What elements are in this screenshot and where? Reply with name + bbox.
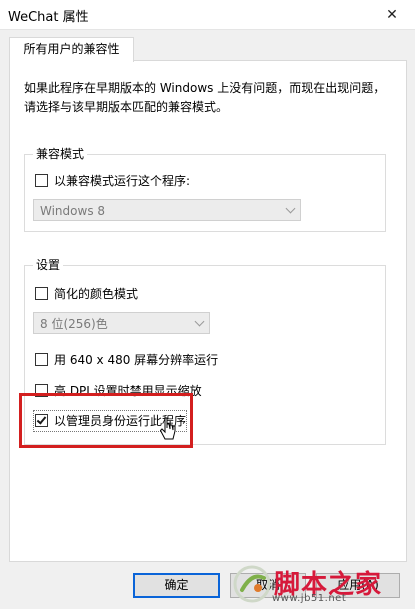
resolution-640-label: 用 640 x 480 屏幕分辨率运行: [54, 353, 219, 367]
mouse-pointer-icon: [160, 417, 176, 440]
title-bar: WeChat 属性 ✕: [0, 0, 415, 30]
close-icon: ✕: [386, 6, 398, 23]
close-button[interactable]: ✕: [369, 0, 415, 29]
compat-mode-checkbox[interactable]: [35, 174, 48, 187]
ok-button[interactable]: 确定: [133, 573, 220, 598]
color-mode-select: 8 位(256)色: [33, 312, 210, 334]
compat-mode-title: 兼容模式: [33, 146, 88, 162]
reduced-color-checkbox[interactable]: [35, 287, 48, 300]
compat-mode-label: 以兼容模式运行这个程序:: [54, 174, 191, 188]
settings-title: 设置: [33, 257, 64, 273]
intro-text: 如果此程序在早期版本的 Windows 上没有问题，而现在出现问题， 请选择与该…: [24, 79, 394, 117]
window-title: WeChat 属性: [8, 10, 89, 25]
chevron-down-icon: [194, 316, 205, 327]
resolution-640-row[interactable]: 用 640 x 480 屏幕分辨率运行: [35, 351, 218, 368]
compat-mode-select-value: Windows 8: [40, 204, 106, 218]
compat-mode-checkbox-row[interactable]: 以兼容模式运行这个程序:: [35, 172, 190, 189]
reduced-color-label: 简化的颜色模式: [54, 287, 139, 301]
color-mode-select-value: 8 位(256)色: [40, 317, 108, 331]
intro-line-2: 请选择与该早期版本匹配的兼容模式。: [24, 100, 229, 114]
intro-line-1: 如果此程序在早期版本的 Windows 上没有问题，而现在出现问题，: [24, 81, 386, 95]
resolution-640-checkbox[interactable]: [35, 353, 48, 366]
reduced-color-row[interactable]: 简化的颜色模式: [35, 285, 138, 302]
chevron-down-icon: [285, 203, 296, 214]
tab-compatibility-all-users[interactable]: 所有用户的兼容性: [9, 37, 134, 62]
compat-mode-select: Windows 8: [33, 199, 301, 221]
cancel-button[interactable]: 取消: [230, 573, 306, 598]
apply-button[interactable]: 应用(A): [316, 573, 400, 598]
